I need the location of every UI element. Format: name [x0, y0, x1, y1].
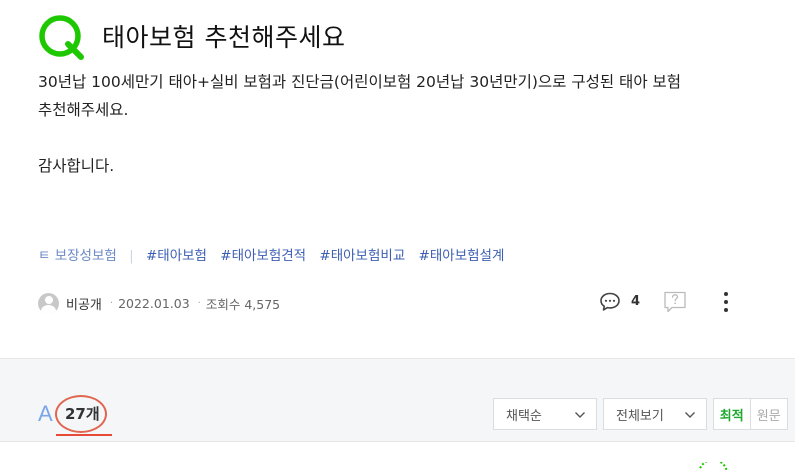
answer-letter-icon: A [38, 401, 53, 426]
meta-dot: · [109, 297, 114, 309]
question-meta: 비공개 · 2022.01.03 · 조회수 4,575 [38, 291, 280, 315]
annotation-circle [55, 395, 107, 433]
tag-item[interactable]: #태아보험설계 [419, 248, 505, 264]
question-body: 30년납 100세만기 태아+실비 보험과 진단금(어린이보험 20년납 30년… [38, 68, 758, 180]
question-q-icon [39, 15, 84, 60]
tag-item[interactable]: #태아보험견적 [220, 248, 306, 264]
view-filter-value: 전체보기 [616, 408, 664, 424]
order-best-button[interactable]: 최적 [714, 399, 751, 429]
question-body-blank-line [38, 124, 758, 152]
chevron-down-icon [685, 412, 695, 418]
sort-select[interactable]: 채택순 [493, 398, 597, 430]
more-options-icon[interactable] [718, 291, 734, 313]
comment-count[interactable]: 4 [631, 294, 640, 309]
comment-icon[interactable] [598, 290, 622, 314]
question-report-icon[interactable] [663, 291, 687, 313]
annotation-underline [56, 434, 112, 436]
view-count: 조회수 4,575 [205, 296, 281, 312]
answer-card [0, 441, 795, 470]
question-body-line: 감사합니다. [38, 157, 115, 175]
question-body-line: 30년납 100세만기 태아+실비 보험과 진단금(어린이보험 20년납 30년… [38, 73, 682, 91]
view-filter-select[interactable]: 전체보기 [603, 398, 707, 430]
answer-order-toggle: 최적 원문 [713, 398, 788, 430]
question-section: 태아보험 추천해주세요 30년납 100세만기 태아+실비 보험과 진단금(어린… [0, 0, 795, 358]
tag-item[interactable]: #태아보험 [146, 248, 207, 264]
meta-dot: · [197, 297, 201, 309]
question-body-line: 추천해주세요. [38, 101, 129, 119]
question-date: 2022.01.03 [118, 295, 190, 311]
author-name: 비공개 [66, 297, 102, 313]
sort-select-value: 채택순 [506, 408, 542, 424]
chevron-down-icon [575, 412, 585, 418]
order-original-button[interactable]: 원문 [751, 399, 788, 429]
tag-separator: | [129, 248, 134, 264]
tag-category[interactable]: ㅌ 보장성보험 [38, 248, 117, 264]
tag-list: ㅌ 보장성보험 | #태아보험 #태아보험견적 #태아보험비교 #태아보험설계 [38, 244, 513, 264]
question-title: 태아보험 추천해주세요 [102, 23, 346, 52]
avatar-icon [38, 292, 59, 314]
tag-item[interactable]: #태아보험비교 [319, 248, 405, 264]
answer-badge-icon [698, 462, 728, 470]
